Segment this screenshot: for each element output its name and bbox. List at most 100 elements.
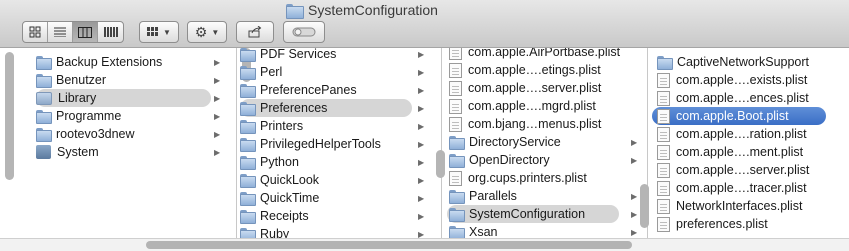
list-item[interactable]: com.apple….etings.plist bbox=[449, 61, 643, 79]
action-button[interactable]: ⚙ ▼ bbox=[187, 21, 227, 43]
list-item[interactable]: Programme ▶ bbox=[36, 107, 231, 125]
horizontal-scrollbar-thumb[interactable] bbox=[146, 241, 632, 249]
list-item-selected[interactable]: Library ▶ bbox=[36, 89, 220, 107]
list-item[interactable]: PreferencePanes ▶ bbox=[240, 81, 438, 99]
list-item[interactable]: com.apple….ences.plist bbox=[657, 89, 847, 107]
column-view-button[interactable] bbox=[73, 22, 98, 42]
list-item[interactable]: PDF Services ▶ bbox=[240, 48, 438, 63]
list-item[interactable]: org.cups.printers.plist bbox=[449, 169, 643, 187]
chevron-right-icon: ▶ bbox=[418, 139, 425, 149]
list-item[interactable]: com.bjang…menus.plist bbox=[449, 115, 643, 133]
list-item-label: QuickTime bbox=[260, 191, 320, 205]
column-preferences[interactable]: com.apple.AirPortbase.plist com.apple….e… bbox=[443, 48, 648, 238]
list-item[interactable]: Benutzer ▶ bbox=[36, 71, 231, 89]
list-item-label: Benutzer bbox=[56, 73, 107, 87]
list-item[interactable]: PrivilegedHelperTools ▶ bbox=[240, 135, 438, 153]
chevron-right-icon: ▶ bbox=[418, 211, 425, 221]
list-item[interactable]: OpenDirectory ▶ bbox=[449, 151, 643, 169]
folder-icon bbox=[449, 136, 465, 150]
list-item[interactable]: CaptiveNetworkSupport bbox=[657, 53, 847, 71]
list-item[interactable]: com.apple.AirPortbase.plist bbox=[449, 48, 643, 61]
chevron-right-icon: ▶ bbox=[214, 93, 221, 103]
plist-file-icon bbox=[657, 126, 670, 142]
list-item-label: org.cups.printers.plist bbox=[468, 171, 587, 185]
column-systemconfiguration[interactable]: CaptiveNetworkSupport com.apple….exists.… bbox=[649, 48, 849, 238]
list-lines-icon bbox=[54, 27, 66, 37]
folder-icon bbox=[657, 56, 673, 70]
share-button[interactable] bbox=[236, 21, 274, 43]
icon-view-button[interactable] bbox=[23, 22, 48, 42]
list-item[interactable]: preferences.plist bbox=[657, 215, 847, 233]
chevron-right-icon: ▶ bbox=[631, 191, 638, 201]
list-item[interactable]: Ruby ▶ bbox=[240, 225, 438, 238]
column-root[interactable]: Backup Extensions ▶ Benutzer ▶ Library ▶… bbox=[0, 48, 237, 238]
list-item[interactable]: Receipts ▶ bbox=[240, 207, 438, 225]
list-item[interactable]: QuickLook ▶ bbox=[240, 171, 438, 189]
list-item-selected[interactable]: SystemConfiguration ▶ bbox=[447, 205, 637, 223]
plist-file-icon bbox=[449, 62, 462, 78]
list-item-selected[interactable]: Preferences ▶ bbox=[240, 99, 424, 117]
chevron-right-icon: ▶ bbox=[418, 157, 425, 167]
tag-toggle-button[interactable] bbox=[283, 21, 325, 43]
list-item-label: com.apple….mgrd.plist bbox=[468, 99, 596, 113]
list-item[interactable]: Parallels ▶ bbox=[449, 187, 643, 205]
plist-file-icon bbox=[657, 198, 670, 214]
plist-file-icon bbox=[657, 108, 670, 124]
chevron-right-icon: ▶ bbox=[418, 85, 425, 95]
list-item-label: Parallels bbox=[469, 189, 517, 203]
list-item-label: Receipts bbox=[260, 209, 309, 223]
list-item[interactable]: com.apple….exists.plist bbox=[657, 71, 847, 89]
window-title-text: SystemConfiguration bbox=[308, 2, 438, 18]
folder-icon bbox=[286, 3, 304, 19]
list-item-selected[interactable]: com.apple.Boot.plist bbox=[652, 107, 826, 125]
list-item-label: System bbox=[57, 145, 99, 159]
list-item[interactable]: Python ▶ bbox=[240, 153, 438, 171]
column-scrollbar[interactable] bbox=[436, 150, 445, 178]
chevron-right-icon: ▶ bbox=[631, 137, 638, 147]
list-item[interactable]: QuickTime ▶ bbox=[240, 189, 438, 207]
list-item[interactable]: com.apple….ment.plist bbox=[657, 143, 847, 161]
list-item[interactable]: com.apple….ration.plist bbox=[657, 125, 847, 143]
coverflow-view-button[interactable] bbox=[98, 22, 123, 42]
chevron-right-icon: ▶ bbox=[631, 227, 638, 237]
list-item-label: Programme bbox=[56, 109, 122, 123]
list-item[interactable]: Backup Extensions ▶ bbox=[36, 53, 231, 71]
list-item[interactable]: Xsan ▶ bbox=[449, 223, 643, 238]
list-item[interactable]: com.apple….server.plist bbox=[449, 79, 643, 97]
list-item[interactable]: com.apple….mgrd.plist bbox=[449, 97, 643, 115]
folder-icon bbox=[240, 66, 256, 80]
list-item-label: Xsan bbox=[469, 225, 498, 238]
column-library[interactable]: PDF Services ▶ Perl ▶ PreferencePanes ▶ … bbox=[238, 48, 442, 238]
folder-icon bbox=[36, 128, 52, 142]
column-scrollbar[interactable] bbox=[5, 52, 14, 180]
list-item[interactable]: com.apple….tracer.plist bbox=[657, 179, 847, 197]
list-item[interactable]: Printers ▶ bbox=[240, 117, 438, 135]
list-view-button[interactable] bbox=[48, 22, 73, 42]
arrange-button[interactable]: ▼ bbox=[139, 21, 179, 43]
list-item-label: DirectoryService bbox=[469, 135, 561, 149]
library-folder-icon bbox=[36, 91, 52, 105]
list-item[interactable]: NetworkInterfaces.plist bbox=[657, 197, 847, 215]
list-item-label: QuickLook bbox=[260, 173, 320, 187]
chevron-right-icon: ▶ bbox=[418, 229, 425, 239]
chevron-down-icon: ▼ bbox=[211, 27, 220, 37]
chevron-right-icon: ▶ bbox=[214, 129, 221, 139]
coverflow-icon bbox=[103, 27, 118, 37]
plist-file-icon bbox=[449, 170, 462, 186]
system-folder-icon bbox=[36, 145, 51, 159]
list-item-label: com.apple….server.plist bbox=[676, 163, 810, 177]
folder-icon bbox=[240, 174, 256, 188]
list-item[interactable]: rootevo3dnew ▶ bbox=[36, 125, 231, 143]
column-scrollbar[interactable] bbox=[640, 184, 649, 228]
list-item-label: preferences.plist bbox=[676, 217, 768, 231]
folder-icon bbox=[240, 84, 256, 98]
list-item[interactable]: DirectoryService ▶ bbox=[449, 133, 643, 151]
list-item[interactable]: Perl ▶ bbox=[240, 63, 438, 81]
chevron-right-icon: ▶ bbox=[214, 111, 221, 121]
chevron-right-icon: ▶ bbox=[418, 175, 425, 185]
list-item[interactable]: com.apple….server.plist bbox=[657, 161, 847, 179]
list-item-label: com.apple….tracer.plist bbox=[676, 181, 807, 195]
chevron-right-icon: ▶ bbox=[214, 75, 221, 85]
list-item-label: com.apple….server.plist bbox=[468, 81, 602, 95]
list-item[interactable]: System ▶ bbox=[36, 143, 231, 161]
